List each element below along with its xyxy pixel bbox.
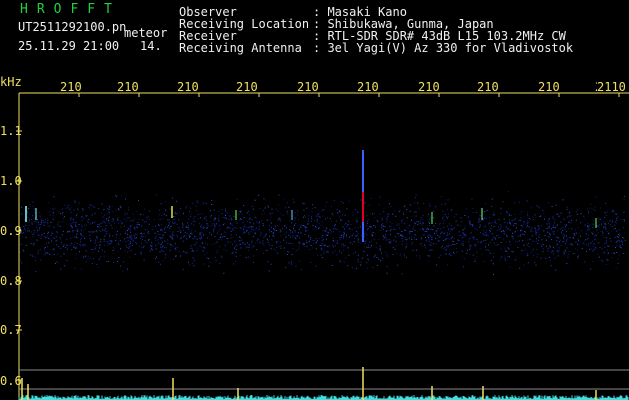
time-tick: 210 (418, 80, 440, 94)
freq-tick: 1.0 (0, 174, 22, 188)
time-tick: 210 (297, 80, 319, 94)
meteor-label: meteor (124, 26, 168, 40)
time-tick: 210 (538, 80, 560, 94)
info-antenna-label: Receiving Antenna (179, 41, 302, 55)
spectrogram (16, 92, 629, 400)
filename: UT2511292100.pn (18, 20, 127, 34)
time-tick: 210 (357, 80, 379, 94)
freq-tick: 0.9 (0, 224, 22, 238)
time-tick: 210 (177, 80, 199, 94)
meteor-count: 14. (140, 39, 162, 53)
hrofft-logo: HROFFT (20, 2, 121, 17)
datetime: 25.11.29 21:00 (18, 39, 120, 53)
time-tick: 210 (477, 80, 499, 94)
time-tick: 210 (60, 80, 82, 94)
y-tick-marks (16, 130, 22, 381)
signal-spikes (21, 367, 597, 400)
signal-baseline (18, 395, 629, 400)
freq-tick: 1.1 (0, 124, 22, 138)
freq-tick: 0.7 (0, 323, 22, 337)
time-tick-last: 2110 (597, 80, 626, 94)
info-antenna-value: : 3el Yagi(V) Az 330 for Vladivostok (313, 41, 574, 55)
freq-tick: 0.8 (0, 274, 22, 288)
freq-unit-label: kHz (0, 75, 22, 89)
time-tick: 210 (117, 80, 139, 94)
time-tick: 210 (236, 80, 258, 94)
meteor-echoes (25, 150, 597, 242)
freq-tick: 0.6 (0, 374, 22, 388)
noise-band (19, 191, 626, 275)
